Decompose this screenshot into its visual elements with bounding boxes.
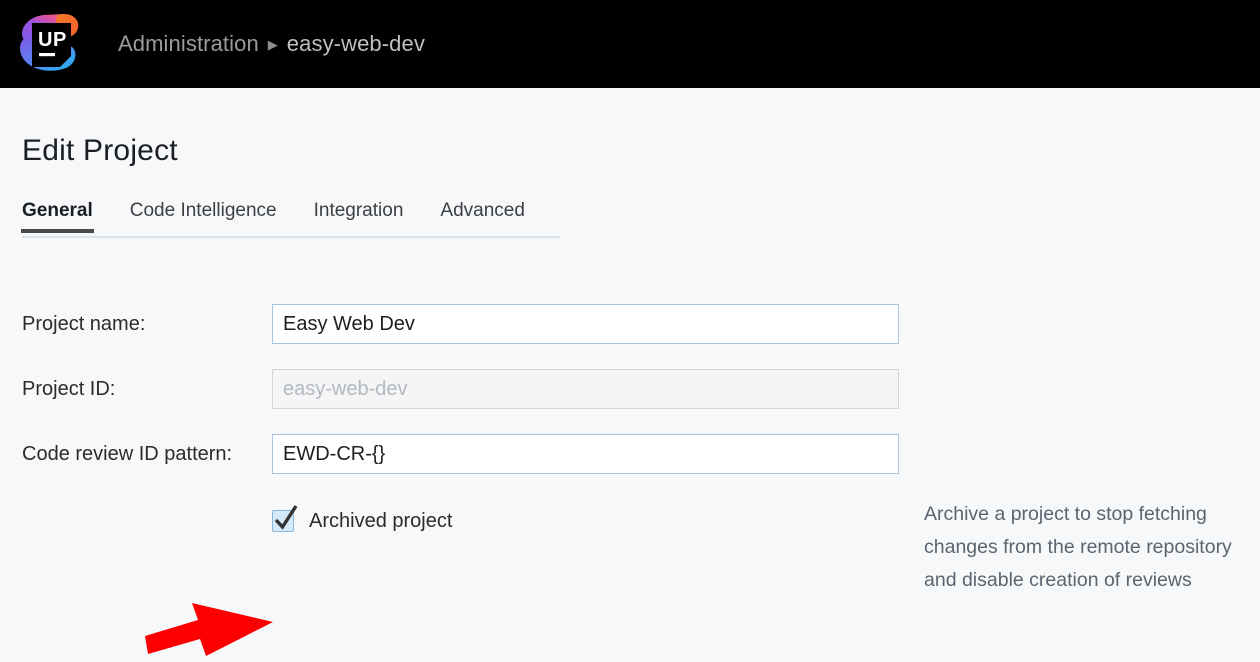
tab-bar-divider <box>22 236 560 238</box>
tab-general[interactable]: General <box>21 200 94 233</box>
chevron-right-icon: ▶ <box>267 37 278 52</box>
field-row-project-id: Project ID: <box>0 369 1260 409</box>
checkbox-box <box>272 510 294 532</box>
project-name-input[interactable] <box>272 304 899 344</box>
red-arrow-annotation <box>145 603 273 656</box>
page-content: Edit Project General Code Intelligence I… <box>0 88 1260 656</box>
project-name-label: Project name: <box>22 313 146 335</box>
breadcrumb: Administration ▶ easy-web-dev <box>118 29 425 59</box>
code-review-id-pattern-label: Code review ID pattern: <box>22 443 233 465</box>
field-row-project-name: Project name: <box>0 304 1260 344</box>
breadcrumb-current-project[interactable]: easy-web-dev <box>287 29 425 59</box>
page-title: Edit Project <box>22 134 178 167</box>
field-row-code-review-id-pattern: Code review ID pattern: <box>0 434 1260 474</box>
archived-project-help-text: Archive a project to stop fetching chang… <box>924 503 1232 591</box>
tab-bar: General Code Intelligence Integration Ad… <box>21 200 525 238</box>
tab-advanced[interactable]: Advanced <box>440 200 525 233</box>
code-review-id-pattern-input[interactable] <box>272 434 899 474</box>
project-id-label: Project ID: <box>22 378 116 400</box>
project-id-input <box>272 369 899 409</box>
svg-text:UP: UP <box>38 29 67 51</box>
app-header: UP Administration ▶ easy-web-dev <box>0 0 1260 88</box>
tab-code-intelligence[interactable]: Code Intelligence <box>130 200 277 233</box>
breadcrumb-administration[interactable]: Administration <box>118 29 259 59</box>
archived-project-row: Archived project <box>272 505 452 536</box>
archived-project-checkbox[interactable] <box>272 505 298 532</box>
upsource-logo[interactable]: UP <box>14 10 82 78</box>
tab-integration[interactable]: Integration <box>314 200 404 233</box>
archived-project-label[interactable]: Archived project <box>309 510 452 533</box>
